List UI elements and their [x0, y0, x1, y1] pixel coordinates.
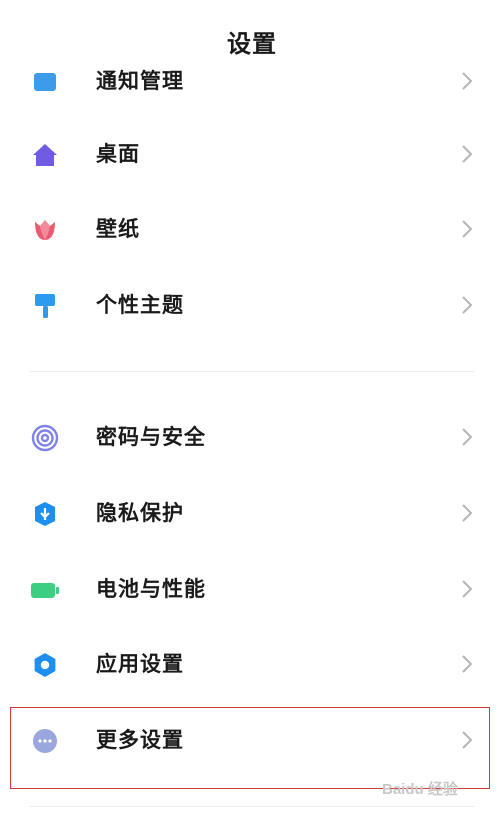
settings-item-label: 应用设置 — [96, 652, 184, 676]
settings-item-label: 通知管理 — [96, 69, 184, 93]
settings-item-label: 隐私保护 — [96, 501, 184, 525]
chevron-right-icon — [462, 220, 473, 238]
settings-item-label: 电池与性能 — [96, 577, 206, 601]
section-divider — [30, 371, 474, 372]
settings-item-privacy[interactable]: 隐私保护 — [0, 483, 504, 543]
highlight-box — [10, 707, 490, 789]
settings-item-label: 桌面 — [96, 142, 140, 166]
top-bar: 设置 — [0, 0, 504, 66]
gear-icon — [30, 650, 60, 680]
chevron-right-icon — [462, 145, 473, 163]
shield-icon — [30, 499, 60, 529]
chevron-right-icon — [462, 428, 473, 446]
battery-icon — [30, 575, 60, 605]
tulip-icon — [30, 215, 60, 245]
chevron-right-icon — [462, 72, 473, 90]
chevron-right-icon — [462, 504, 473, 522]
watermark-logo: Baidu 经验 — [382, 781, 458, 798]
home-icon — [30, 140, 60, 170]
paint-roller-icon — [30, 291, 60, 321]
settings-item-battery[interactable]: 电池与性能 — [0, 559, 504, 619]
chevron-right-icon — [462, 580, 473, 598]
settings-item-themes[interactable]: 个性主题 — [0, 275, 504, 335]
settings-item-desktop[interactable]: 桌面 — [0, 124, 504, 184]
settings-item-label: 壁纸 — [96, 217, 140, 241]
section-divider — [30, 806, 474, 807]
notification-icon — [30, 67, 60, 97]
chevron-right-icon — [462, 296, 473, 314]
page-title: 设置 — [227, 30, 277, 58]
settings-item-apps[interactable]: 应用设置 — [0, 634, 504, 694]
settings-item-password-security[interactable]: 密码与安全 — [0, 407, 504, 467]
settings-item-label: 密码与安全 — [96, 425, 206, 449]
settings-item-wallpaper[interactable]: 壁纸 — [0, 199, 504, 259]
settings-item-label: 个性主题 — [96, 293, 184, 317]
chevron-right-icon — [462, 655, 473, 673]
fingerprint-icon — [30, 423, 60, 453]
